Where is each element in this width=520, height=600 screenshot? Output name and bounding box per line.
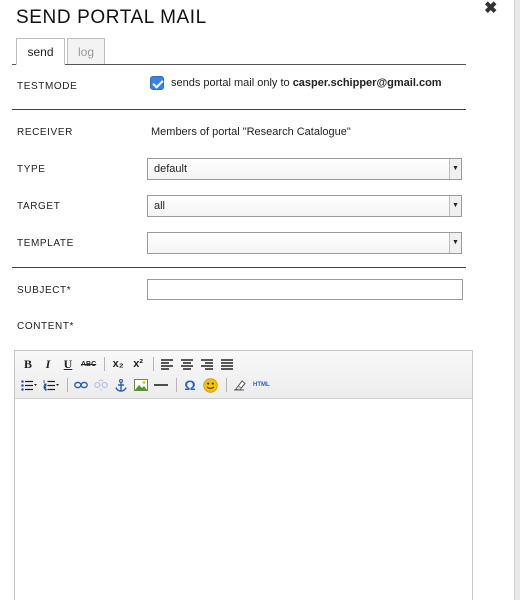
- send-portal-mail-dialog: SEND PORTAL MAIL ✖ send log TESTMODE sen…: [0, 0, 520, 600]
- toolbar-row-1: B I U ABC x₂ x²: [19, 354, 238, 374]
- tab-log[interactable]: log: [67, 38, 105, 65]
- horizontal-rule-icon[interactable]: [152, 376, 170, 394]
- numbered-list-icon[interactable]: [41, 376, 61, 394]
- toolbar-separator: [226, 378, 227, 392]
- subject-label: SUBJECT*: [17, 285, 72, 296]
- scrollbar[interactable]: [514, 0, 520, 600]
- align-right-icon[interactable]: [198, 355, 216, 373]
- align-left-icon[interactable]: [158, 355, 176, 373]
- remove-format-icon[interactable]: [231, 376, 249, 394]
- dropdown-arrow-icon: ▼: [449, 159, 461, 179]
- target-select[interactable]: all ▼: [147, 195, 462, 217]
- close-icon[interactable]: ✖: [484, 0, 497, 18]
- strikethrough-icon[interactable]: ABC: [79, 355, 98, 373]
- tab-send[interactable]: send: [16, 38, 65, 65]
- toolbar-separator: [176, 378, 177, 392]
- toolbar-separator: [153, 357, 155, 371]
- dropdown-arrow-icon: ▼: [449, 196, 461, 216]
- testmode-text-prefix: sends portal mail only to: [171, 77, 290, 89]
- special-char-icon[interactable]: Ω: [181, 376, 199, 394]
- tab-underline: [12, 64, 466, 65]
- html-source-icon[interactable]: HTML: [251, 376, 272, 394]
- type-select-value: default: [154, 163, 188, 175]
- toolbar-separator: [67, 378, 68, 392]
- type-select[interactable]: default ▼: [147, 158, 462, 180]
- superscript-icon[interactable]: x²: [129, 355, 147, 373]
- testmode-checkbox[interactable]: [150, 76, 164, 90]
- italic-icon[interactable]: I: [39, 355, 57, 373]
- testmode-email: casper.schipper@gmail.com: [292, 77, 442, 89]
- toolbar-separator: [104, 357, 106, 371]
- content-editor-area[interactable]: [15, 400, 472, 600]
- target-label: TARGET: [17, 201, 61, 212]
- testmode-description: sends portal mail only to casper.schippe…: [171, 77, 442, 89]
- bullet-list-icon[interactable]: [19, 376, 39, 394]
- template-label: TEMPLATE: [17, 238, 74, 249]
- subject-input[interactable]: [147, 279, 463, 300]
- section-divider-2: [12, 267, 466, 268]
- rich-text-editor: B I U ABC x₂ x² Ω HTML: [14, 350, 473, 600]
- receiver-value: Members of portal "Research Catalogue": [151, 126, 351, 138]
- align-justify-icon[interactable]: [218, 355, 236, 373]
- subscript-icon[interactable]: x₂: [109, 355, 127, 373]
- editor-toolbar: B I U ABC x₂ x² Ω HTML: [15, 351, 472, 399]
- emoticon-icon[interactable]: [201, 376, 220, 394]
- dialog-title: SEND PORTAL MAIL: [16, 7, 207, 28]
- anchor-icon[interactable]: [112, 376, 130, 394]
- section-divider-1: [12, 109, 466, 110]
- target-select-value: all: [154, 200, 166, 212]
- align-center-icon[interactable]: [178, 355, 196, 373]
- receiver-label: RECEIVER: [17, 127, 73, 138]
- toolbar-row-2: Ω HTML: [19, 375, 274, 395]
- unlink-icon[interactable]: [92, 376, 110, 394]
- dropdown-arrow-icon: ▼: [449, 233, 461, 253]
- bold-icon[interactable]: B: [19, 355, 37, 373]
- testmode-label: TESTMODE: [17, 81, 78, 92]
- underline-icon[interactable]: U: [59, 355, 77, 373]
- template-select[interactable]: ▼: [147, 232, 462, 254]
- content-label: CONTENT*: [17, 321, 75, 332]
- type-label: TYPE: [17, 164, 46, 175]
- link-icon[interactable]: [72, 376, 90, 394]
- image-icon[interactable]: [132, 376, 150, 394]
